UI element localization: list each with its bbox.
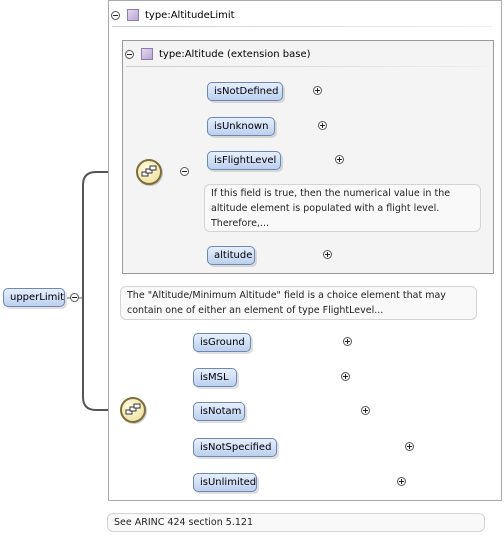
sequence-compositor-icon[interactable] — [136, 159, 162, 185]
is-unknown-element[interactable]: isUnknown — [207, 117, 275, 136]
flight-level-annotation-text: If this field is true, then the numerica… — [211, 188, 451, 229]
choice-annotation-text: The "Altitude/Minimum Altitude" field is… — [127, 290, 446, 316]
header-divider — [112, 26, 492, 27]
sequence-compositor-icon[interactable] — [120, 397, 146, 423]
header-divider — [126, 66, 486, 67]
sequence-glyph — [141, 165, 157, 177]
altitude-limit-type-label: type:AltitudeLimit — [145, 9, 235, 21]
footer-annotation-text: See ARINC 424 section 5.121 — [114, 517, 253, 528]
expand-icon[interactable] — [322, 250, 332, 259]
is-msl-element[interactable]: isMSL — [193, 368, 237, 387]
is-msl-label: isMSL — [200, 372, 229, 383]
is-notam-label: isNotam — [200, 406, 242, 417]
altitude-extension-panel — [122, 40, 494, 274]
complex-type-icon — [141, 48, 153, 60]
upper-limit-label: upperLimit — [10, 292, 65, 303]
is-not-specified-element[interactable]: isNotSpecified — [193, 438, 277, 457]
choice-annotation: The "Altitude/Minimum Altitude" field is… — [120, 286, 477, 320]
upper-limit-element[interactable]: upperLimit — [3, 288, 65, 307]
altitude-extension-type-label: type:Altitude (extension base) — [159, 48, 311, 60]
is-flight-level-element[interactable]: isFlightLevel — [207, 151, 281, 170]
is-ground-label: isGround — [200, 337, 245, 348]
altitude-label: altitude — [214, 250, 253, 261]
altitude-extension-header: type:Altitude (extension base) — [125, 46, 311, 62]
complex-type-icon — [127, 9, 139, 21]
altitude-element[interactable]: altitude — [207, 246, 255, 265]
expand-icon[interactable] — [317, 121, 327, 130]
footer-annotation: See ARINC 424 section 5.121 — [107, 513, 485, 532]
expand-icon[interactable] — [404, 442, 414, 451]
is-ground-element[interactable]: isGround — [193, 333, 251, 352]
expand-icon[interactable] — [334, 155, 344, 164]
collapse-icon[interactable] — [70, 293, 79, 302]
collapse-icon[interactable] — [125, 49, 134, 59]
expand-icon[interactable] — [397, 477, 407, 486]
is-not-defined-label: isNotDefined — [214, 86, 279, 97]
sequence-glyph — [125, 403, 141, 415]
is-unlimited-element[interactable]: isUnlimited — [193, 473, 257, 492]
expand-icon[interactable] — [340, 372, 350, 381]
altitude-limit-header: type:AltitudeLimit — [111, 7, 235, 23]
flight-level-annotation: If this field is true, then the numerica… — [204, 184, 481, 232]
is-not-defined-element[interactable]: isNotDefined — [207, 82, 283, 101]
is-unlimited-label: isUnlimited — [200, 477, 257, 488]
is-not-specified-label: isNotSpecified — [200, 442, 272, 453]
is-flight-level-label: isFlightLevel — [214, 155, 277, 166]
expand-icon[interactable] — [360, 406, 370, 415]
is-unknown-label: isUnknown — [214, 121, 269, 132]
is-notam-element[interactable]: isNotam — [193, 402, 245, 421]
collapse-icon[interactable] — [111, 10, 120, 20]
